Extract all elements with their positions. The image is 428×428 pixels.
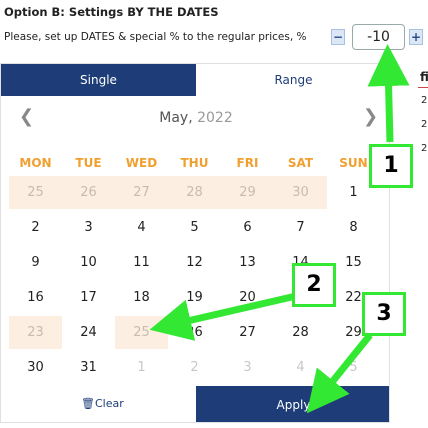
- weekday-label: TUE: [75, 156, 102, 170]
- calendar-day[interactable]: 16: [9, 281, 62, 314]
- apply-button[interactable]: Apply: [196, 386, 389, 422]
- weekday-label: SAT: [287, 156, 314, 170]
- tab-range[interactable]: Range: [196, 64, 389, 96]
- calendar-day[interactable]: 19: [168, 281, 221, 314]
- calendar-day[interactable]: 28: [274, 316, 327, 349]
- calendar-day[interactable]: 23: [9, 316, 62, 349]
- calendar-day[interactable]: 1: [115, 351, 168, 384]
- calendar-day[interactable]: 28: [168, 176, 221, 209]
- section-title: Option B: Settings BY THE DATES: [4, 5, 219, 19]
- side-panel-label: fi: [420, 70, 428, 84]
- calendar-day[interactable]: 13: [221, 246, 274, 279]
- clear-label: Clear: [94, 397, 124, 410]
- calendar-day[interactable]: 20: [221, 281, 274, 314]
- weekday-label: MON: [19, 156, 52, 170]
- side-panel-row: 2: [421, 119, 428, 130]
- side-panel-row: 2: [421, 95, 428, 106]
- calendar-day[interactable]: 10: [62, 246, 115, 279]
- calendar-day[interactable]: 11: [115, 246, 168, 279]
- calendar-day[interactable]: 6: [221, 211, 274, 244]
- calendar-day[interactable]: 8: [327, 211, 380, 244]
- percent-input[interactable]: -10: [352, 24, 405, 50]
- calendar-day[interactable]: 30: [9, 351, 62, 384]
- calendar-day[interactable]: 12: [168, 246, 221, 279]
- calendar-day[interactable]: 3: [221, 351, 274, 384]
- calendar-day[interactable]: 25: [115, 316, 168, 349]
- calendar-day[interactable]: 31: [62, 351, 115, 384]
- calendar-day[interactable]: 17: [62, 281, 115, 314]
- clear-button[interactable]: 🗑Clear: [81, 397, 124, 410]
- percent-prompt: Please, set up DATES & special % to the …: [4, 31, 307, 43]
- calendar-day[interactable]: 4: [115, 211, 168, 244]
- year-label: 2022: [197, 110, 233, 126]
- calendar-day[interactable]: 5: [327, 351, 380, 384]
- calendar-day[interactable]: 27: [115, 176, 168, 209]
- month-year-label: May, 2022: [1, 110, 389, 126]
- weekday-label: FRI: [236, 156, 259, 170]
- side-panel-divider: [418, 87, 428, 88]
- side-panel-row: 2: [421, 143, 428, 154]
- calendar-day[interactable]: 7: [274, 211, 327, 244]
- annotation-badge-3: 3: [362, 292, 406, 336]
- date-picker: Single Range ❮ May, 2022 ❯ MON TUE WED THU F…: [0, 63, 390, 423]
- calendar-day[interactable]: 2: [9, 211, 62, 244]
- decrement-button[interactable]: −: [331, 29, 345, 45]
- calendar-day[interactable]: 2: [168, 351, 221, 384]
- month-label: May,: [159, 110, 193, 126]
- calendar-day[interactable]: 24: [62, 316, 115, 349]
- calendar-day[interactable]: 26: [62, 176, 115, 209]
- tab-single[interactable]: Single: [1, 64, 196, 96]
- calendar-day[interactable]: 9: [9, 246, 62, 279]
- calendar-day[interactable]: 29: [221, 176, 274, 209]
- chevron-right-icon[interactable]: ❯: [363, 106, 378, 127]
- trash-icon: 🗑: [81, 397, 95, 410]
- weekday-label: WED: [125, 156, 158, 170]
- calendar-day[interactable]: 5: [168, 211, 221, 244]
- calendar-day[interactable]: 27: [221, 316, 274, 349]
- annotation-badge-2: 2: [292, 263, 336, 307]
- calendar-day[interactable]: 30: [274, 176, 327, 209]
- calendar-day[interactable]: 18: [115, 281, 168, 314]
- increment-button[interactable]: +: [409, 29, 423, 45]
- calendar-day[interactable]: 25: [9, 176, 62, 209]
- calendar-day[interactable]: 3: [62, 211, 115, 244]
- weekday-label: THU: [180, 156, 209, 170]
- annotation-badge-1: 1: [369, 144, 413, 188]
- calendar-day[interactable]: 4: [274, 351, 327, 384]
- calendar-day[interactable]: 26: [168, 316, 221, 349]
